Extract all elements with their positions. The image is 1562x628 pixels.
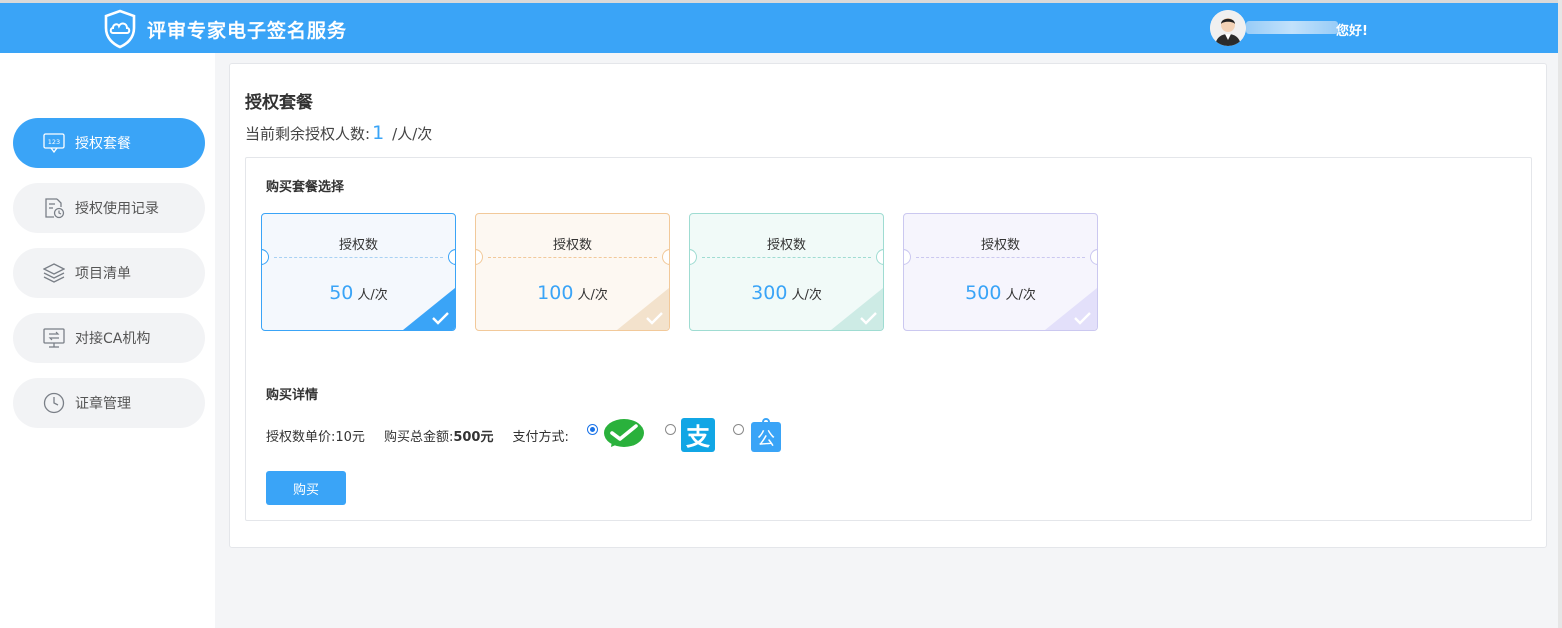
app-title: 评审专家电子签名服务 xyxy=(147,20,348,42)
ticket-notch xyxy=(1090,249,1097,265)
package-option-300[interactable]: 授权数 300 人/次 xyxy=(689,213,884,331)
purchase-panel: 购买套餐选择 授权数 50 人/次 授权数 100 人/次 授权数 300 人/… xyxy=(245,157,1532,521)
package-option-500[interactable]: 授权数 500 人/次 xyxy=(903,213,1098,331)
top-header: 评审专家电子签名服务 您好! xyxy=(0,3,1558,53)
page-title: 授权套餐 xyxy=(245,93,313,113)
svg-text:公: 公 xyxy=(757,429,775,450)
layers-icon xyxy=(42,261,66,285)
greeting-text: 您好! xyxy=(1336,24,1368,39)
remaining-value: 1 xyxy=(372,122,385,144)
package-unit: 人/次 xyxy=(1005,288,1036,303)
unselected-check-icon xyxy=(831,288,883,330)
package-count: 500 xyxy=(965,282,1002,304)
package-count: 100 xyxy=(537,282,574,304)
package-divider xyxy=(488,257,657,258)
shield-cloud-logo-icon xyxy=(104,9,136,49)
unselected-check-icon xyxy=(1045,288,1097,330)
package-count: 50 xyxy=(329,282,354,304)
svg-text:123: 123 xyxy=(48,138,60,146)
ticket-notch xyxy=(876,249,883,265)
sidebar-item-ca-connect[interactable]: 对接CA机构 xyxy=(13,313,205,363)
sidebar-item-label: 授权套餐 xyxy=(75,136,131,152)
payment-radio-alipay[interactable] xyxy=(664,423,676,435)
window-right-border xyxy=(1558,0,1562,628)
unit-price-label: 授权数单价: xyxy=(266,429,336,445)
total-amount: 购买总金额:500元 xyxy=(384,426,494,445)
sidebar-item-label: 证章管理 xyxy=(75,396,131,412)
package-label: 授权数 xyxy=(980,238,1020,253)
package-divider xyxy=(916,257,1085,258)
remaining-unit: /人/次 xyxy=(392,125,433,143)
user-avatar[interactable] xyxy=(1210,10,1246,46)
sidebar-item-label: 项目清单 xyxy=(75,266,131,282)
package-divider xyxy=(702,257,871,258)
payment-method-label: 支付方式: xyxy=(512,429,569,445)
package-unit: 人/次 xyxy=(357,288,388,303)
selected-check-icon xyxy=(403,288,455,330)
svg-text:支: 支 xyxy=(686,423,711,451)
corporate-pay-icon[interactable]: 公 xyxy=(749,417,783,453)
main-content: 授权套餐 当前剩余授权人数: 1 /人/次 购买套餐选择 授权数 50人/次 xyxy=(215,53,1558,628)
monitor-exchange-icon xyxy=(42,326,66,350)
sidebar-item-project-list[interactable]: 项目清单 xyxy=(13,248,205,298)
package-unit: 人/次 xyxy=(791,288,822,303)
sidebar: 123 授权套餐 授权使用记录 项目清单 对接CA机构 证章管理 xyxy=(0,53,215,628)
sidebar-item-license-package[interactable]: 123 授权套餐 xyxy=(13,118,205,168)
package-option-100[interactable]: 授权数 100 人/次 xyxy=(475,213,670,331)
alipay-icon[interactable]: 支 xyxy=(680,418,715,452)
license-123-icon: 123 xyxy=(42,131,66,155)
buy-button[interactable]: 购买 xyxy=(266,471,346,505)
clock-icon xyxy=(42,391,66,415)
unit-price: 授权数单价:10元 xyxy=(266,426,365,445)
package-option-50[interactable]: 授权数 50 人/次 xyxy=(261,213,456,331)
record-clock-icon xyxy=(42,196,66,220)
remaining-licenses: 当前剩余授权人数: 1 /人/次 xyxy=(245,122,432,144)
package-divider xyxy=(274,257,443,258)
package-label: 授权数 xyxy=(338,238,378,253)
package-label: 授权数 xyxy=(552,238,592,253)
package-label: 授权数 xyxy=(766,238,806,253)
user-avatar-icon xyxy=(1210,10,1246,46)
license-package-card: 授权套餐 当前剩余授权人数: 1 /人/次 购买套餐选择 授权数 50人/次 xyxy=(229,63,1547,548)
payment-radio-wechat[interactable] xyxy=(586,423,598,435)
sidebar-item-label: 对接CA机构 xyxy=(75,331,151,347)
sidebar-item-usage-record[interactable]: 授权使用记录 xyxy=(13,183,205,233)
wechat-pay-icon[interactable] xyxy=(603,418,647,452)
package-unit: 人/次 xyxy=(577,288,608,303)
unit-price-value: 10元 xyxy=(335,429,365,445)
total-amount-value: 500元 xyxy=(453,429,494,445)
sidebar-item-label: 授权使用记录 xyxy=(75,201,159,217)
payment-radio-corporate[interactable] xyxy=(732,423,744,435)
ticket-notch xyxy=(448,249,455,265)
package-count: 300 xyxy=(751,282,788,304)
username-redacted xyxy=(1246,21,1338,34)
detail-section-title: 购买详情 xyxy=(266,388,319,403)
package-section-title: 购买套餐选择 xyxy=(266,180,345,195)
unselected-check-icon xyxy=(617,288,669,330)
total-amount-label: 购买总金额: xyxy=(383,429,454,445)
remaining-label: 当前剩余授权人数: xyxy=(245,125,371,143)
purchase-detail-row: 授权数单价:10元 购买总金额:500元 支付方式: 支 公 xyxy=(266,417,801,453)
sidebar-item-seal-management[interactable]: 证章管理 xyxy=(13,378,205,428)
ticket-notch xyxy=(662,249,669,265)
